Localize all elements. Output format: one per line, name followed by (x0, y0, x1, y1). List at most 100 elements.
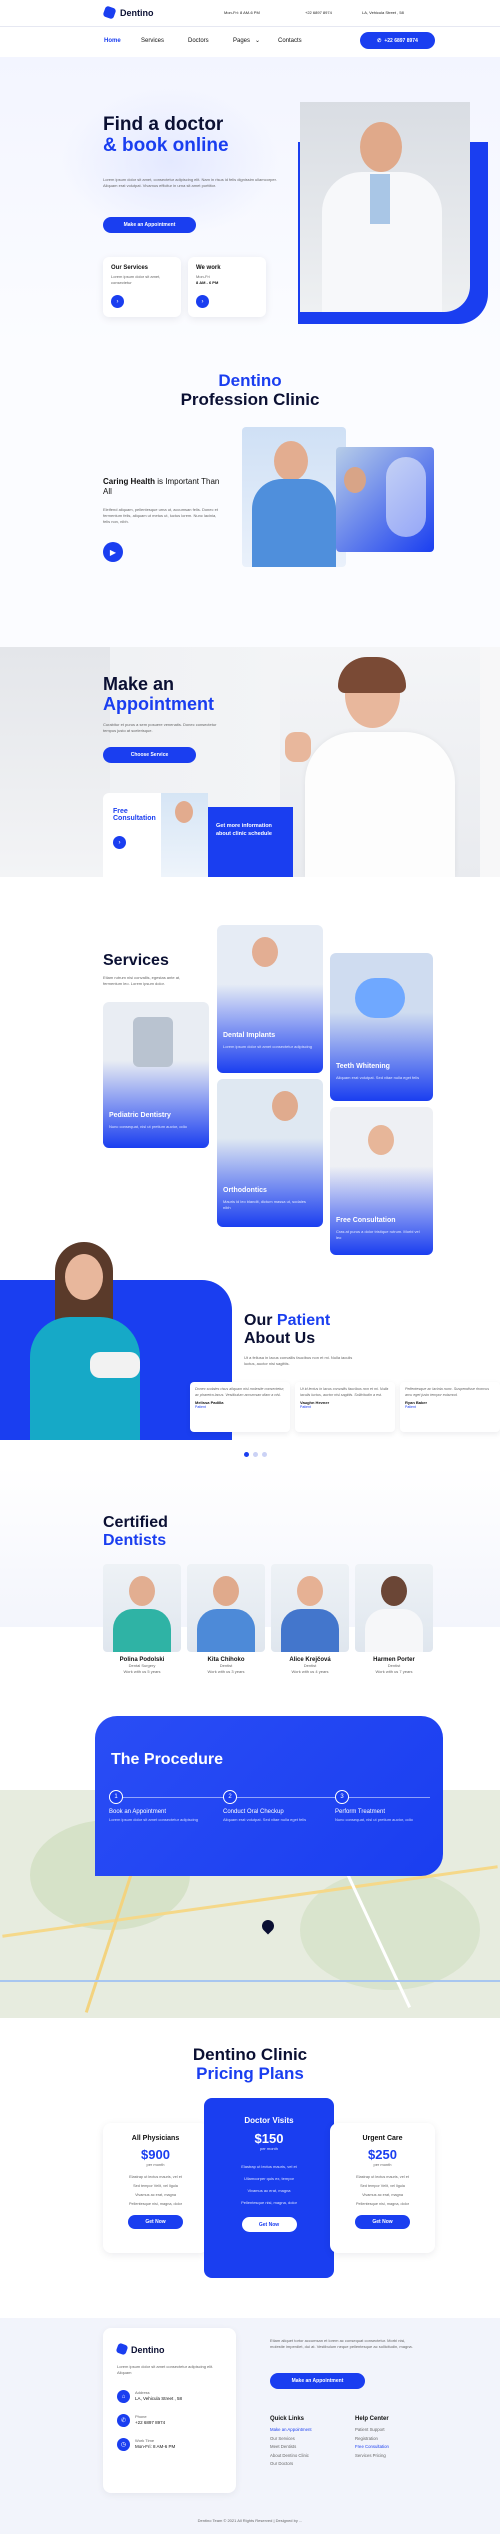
schedule-card[interactable]: Get more information about clinic schedu… (208, 807, 293, 877)
dentist-photo (187, 1564, 265, 1652)
free-consultation-card[interactable]: Free Consultation › (103, 793, 208, 877)
plan-feature: Pellentesque nisi, magna, dolor (356, 2202, 409, 2207)
map-river (0, 1980, 500, 1982)
plan-period: per month (146, 2162, 165, 2167)
get-now-button[interactable]: Get Now (241, 2217, 297, 2232)
play-icon[interactable]: ▶ (103, 542, 123, 562)
services-title: Services (103, 952, 169, 969)
footer-link[interactable]: Make an Appointment (270, 2426, 312, 2435)
arrow-right-icon[interactable]: › (113, 836, 126, 849)
dentists-title-line1: Certified (103, 1514, 168, 1531)
carousel-dot[interactable] (262, 1452, 267, 1457)
nav-doctors[interactable]: Doctors (188, 38, 209, 44)
service-card-free-consultation[interactable]: Free Consultation Cras at purus a dolor … (330, 1107, 433, 1255)
doctor-face (360, 122, 402, 172)
footer-link[interactable]: Our Services (270, 2435, 312, 2444)
footer-address: LA, Vehicula Street , 58 (135, 2396, 183, 2401)
procedure-title: The Procedure (111, 1751, 224, 1768)
services-card[interactable]: Our Services Lorem ipsum dolor sit amet,… (103, 257, 181, 317)
address-text: LA, Vehicula Street , 58 (362, 10, 404, 15)
carousel-dot-active[interactable] (244, 1452, 249, 1457)
doctor-image (300, 102, 470, 312)
logo-text[interactable]: Dentino (120, 8, 154, 18)
service-name: Dental Implants (223, 1032, 276, 1039)
step-text: Lorem ipsum dolor sit amet consectetur a… (109, 1817, 198, 1822)
plan-period: per month (259, 2146, 278, 2151)
dentist-experience: Work with us 4 years (291, 1669, 329, 1674)
footer-link[interactable]: Registration (355, 2435, 389, 2444)
service-text: Cras at purus a dolor tristique rutrum. … (336, 1229, 420, 1240)
map-pin-icon[interactable] (259, 1917, 277, 1935)
hero-title: Find a doctor & book online (103, 114, 229, 157)
plan-feature: Sed tempor Velit, vel ligula (133, 2184, 178, 2189)
plan-feature: Elastrap ut lectus mauris, vel et (129, 2175, 182, 2179)
footer-link[interactable]: Patient Support (355, 2426, 389, 2435)
footer-link[interactable]: Free Consultation (355, 2443, 389, 2452)
dentist-card[interactable]: Alice Krejčová Dentist Work with us 4 ye… (271, 1564, 349, 1675)
service-person (368, 1125, 394, 1155)
step-number: 1 (109, 1790, 123, 1804)
choose-service-button[interactable]: Choose Service (103, 747, 196, 763)
footer-link[interactable]: About Dentino Clinic (270, 2452, 312, 2461)
plan-card: Urgent Care $250 per month Elastrap ut l… (330, 2123, 435, 2253)
pricing-section: Dentino Clinic Pricing Plans All Physicia… (0, 2018, 500, 2318)
service-card-pediatric[interactable]: Pediatric Dentistry Nunc consequat, nisl… (103, 1002, 209, 1148)
plan-feature: Vivamus ac erat, magna (247, 2188, 291, 2193)
get-now-button[interactable]: Get Now (128, 2215, 183, 2230)
plan-card: All Physicians $900 per month Elastrap u… (103, 2123, 208, 2253)
footer-contact-card: Dentino Lorem ipsum dolor sit amet conse… (103, 2328, 236, 2493)
dentist-card[interactable]: Polina Podolski Dental Surgery Work with… (103, 1564, 181, 1675)
service-card-dental-implants[interactable]: Dental Implants Lorem ipsum dolor sit am… (217, 925, 323, 1073)
dentist-photo (271, 1564, 349, 1652)
plan-period: per month (373, 2162, 392, 2167)
footer-appointment-button[interactable]: Make an Appointment (270, 2373, 365, 2389)
step-number: 3 (335, 1790, 349, 1804)
woman-scrubs (30, 1317, 140, 1440)
carousel-dot[interactable] (253, 1452, 258, 1457)
work-hours-card[interactable]: We work Mon-Fri 8 AM - 6 PM › (188, 257, 266, 317)
arrow-right-icon[interactable]: › (111, 295, 124, 308)
services-card-title: Our Services (111, 265, 149, 271)
nav-services[interactable]: Services (141, 38, 164, 44)
make-appointment-button[interactable]: Make an Appointment (103, 217, 196, 233)
hours-text: Mon-Fri: 8 AM-6 PM (224, 10, 260, 15)
patients-title-a: Our (244, 1312, 277, 1329)
footer-link[interactable]: Meet Dentists (270, 2443, 312, 2452)
plan-feature: Pellentesque nisi, magna, dolor (241, 2200, 297, 2205)
services-section: Services Etiam rutrum nisi convallis, eg… (0, 877, 500, 1277)
footer-logo[interactable]: Dentino (131, 2345, 165, 2355)
main-nav: Home Services Doctors Pages ⌄ Contacts ✆… (0, 27, 500, 57)
appointment-text: Curabitur et purus a sem posuere venenat… (103, 722, 217, 733)
dentist-scrubs (252, 479, 336, 567)
get-now-button[interactable]: Get Now (355, 2215, 410, 2230)
appointment-title-line2: Appointment (103, 693, 214, 714)
service-card-orthodontics[interactable]: Orthodontics Mauris id leo blandit, dict… (217, 1079, 323, 1227)
procedure-step: 3 Perform Treatment Nunc consequat, nisl… (335, 1790, 435, 1822)
dentist-woman-image (280, 647, 480, 877)
appointment-title-line1: Make an (103, 674, 175, 694)
services-card-text: Lorem ipsum dolor sit amet, consectetur (111, 274, 161, 285)
step-name: Conduct Oral Checkup (223, 1809, 284, 1815)
arrow-right-icon[interactable]: › (196, 295, 209, 308)
footer-phone: +22 6897 8974 (135, 2420, 166, 2425)
nav-contacts[interactable]: Contacts (278, 38, 302, 44)
service-card-teeth-whitening[interactable]: Teeth Whitening Aliquam erat volutpat. S… (330, 953, 433, 1101)
nav-pages[interactable]: Pages (233, 38, 250, 44)
patients-title-b: Patient (276, 1312, 331, 1329)
service-name: Free Consultation (336, 1217, 396, 1224)
phone-button[interactable]: ✆ +22 6897 8974 (360, 32, 435, 49)
footer-link[interactable]: Our Doctors (270, 2460, 312, 2469)
dentist-card[interactable]: Kita Chihoko Dentist Work with us 3 year… (187, 1564, 265, 1675)
footer-link[interactable]: Services Pricing (355, 2452, 389, 2461)
service-name: Teeth Whitening (336, 1063, 390, 1070)
plan-name: Doctor Visits (244, 2116, 294, 2125)
dentist-card[interactable]: Harmen Porter Dentist Work with us 7 yea… (355, 1564, 433, 1675)
plan-feature: Sed tempor Velit, vel ligula (360, 2184, 405, 2189)
teeth-model (90, 1352, 140, 1378)
lab-background (0, 647, 110, 877)
reviews-row: Donec sodales risus aliquam nisl molesti… (190, 1382, 500, 1432)
top-bar: Dentino Mon-Fri: 8 AM-6 PM +22 6897 8974… (0, 0, 500, 26)
nav-home[interactable]: Home (104, 38, 121, 44)
review-role: Patient (300, 1405, 311, 1410)
service-text: Aliquam erat volutpat. Sed vitae nulla e… (336, 1075, 420, 1080)
